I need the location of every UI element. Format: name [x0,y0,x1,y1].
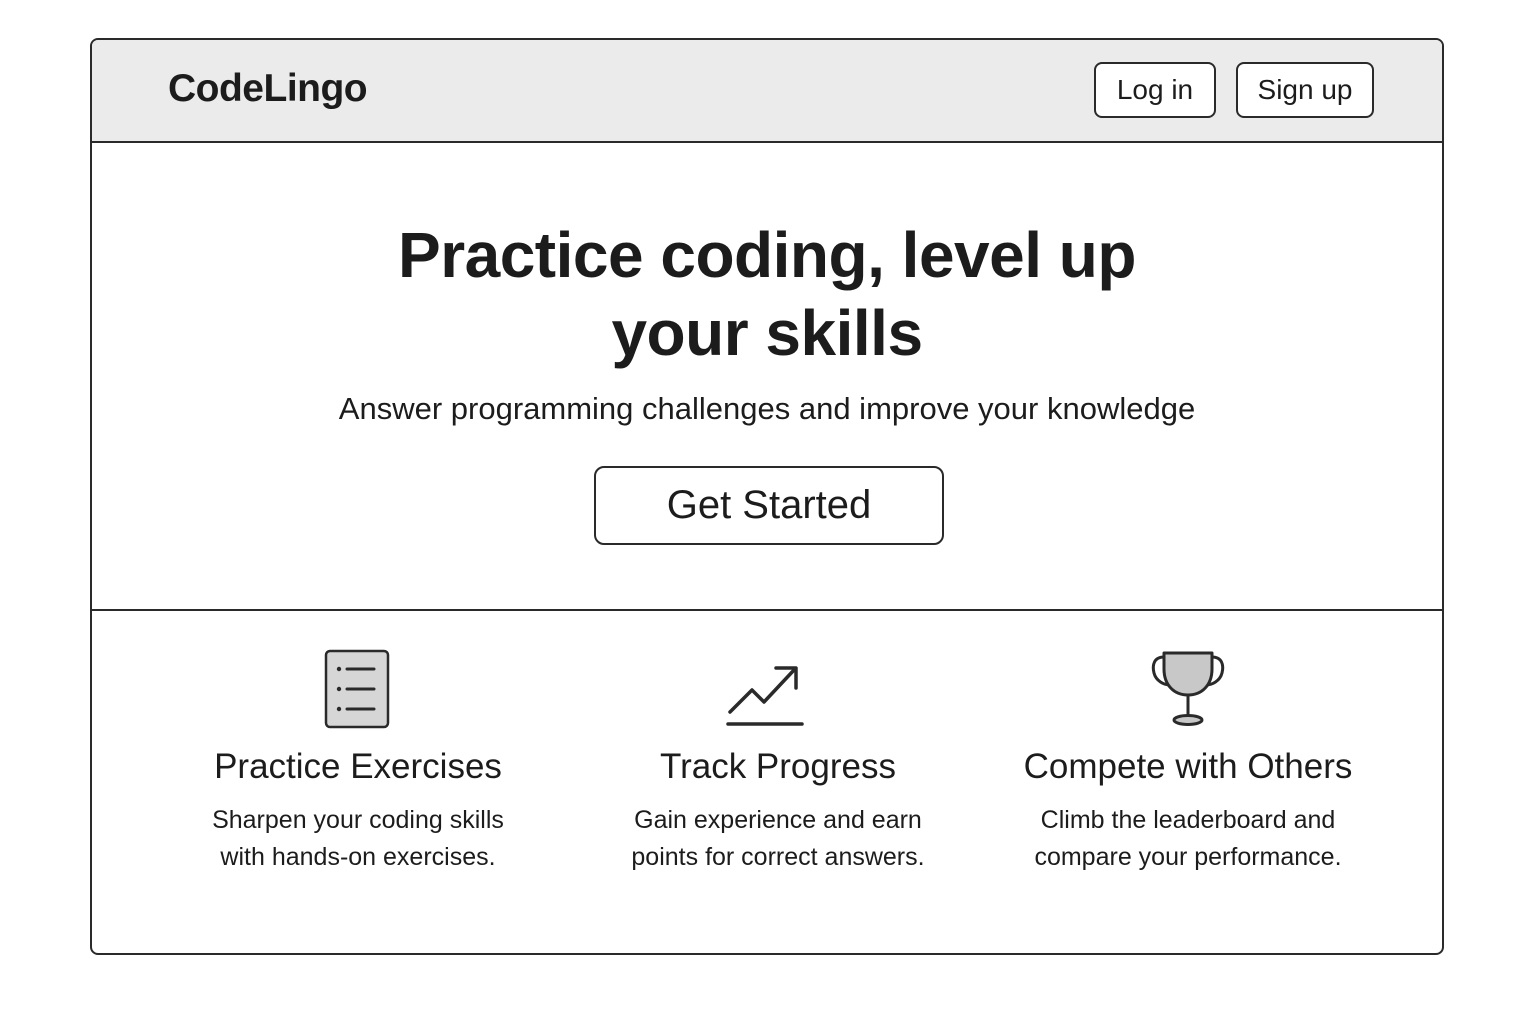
hero-title: Practice coding, level up your skills [92,216,1442,372]
login-button[interactable]: Log in [1094,62,1216,118]
feature-description: Gain experience and earn points for corr… [568,802,988,876]
trending-up-icon [726,666,804,726]
feature-description-line-2: with hands-on exercises. [220,843,496,871]
logo[interactable]: CodeLingo [168,67,368,111]
checklist-icon [324,649,390,729]
feature-title: Compete with Others [1023,747,1353,786]
app-window: CodeLingo Log in Sign up Practice coding… [90,38,1444,955]
signup-button[interactable]: Sign up [1236,62,1374,118]
feature-title: Practice Exercises [214,747,502,786]
feature-description: Climb the leaderboard and compare your p… [978,802,1398,876]
get-started-button[interactable]: Get Started [594,466,944,545]
feature-description: Sharpen your coding skills with hands-on… [148,802,568,876]
hero-subtitle: Answer programming challenges and improv… [338,391,1196,426]
feature-title: Track Progress [660,747,896,786]
hero-title-line-1: Practice coding, level up [398,219,1136,291]
feature-description-line-1: Climb the leaderboard and [1040,806,1336,834]
feature-description-line-1: Sharpen your coding skills [212,806,504,834]
feature-description-line-2: points for correct answers. [631,843,925,871]
hero-section: Practice coding, level up your skills An… [92,143,1442,611]
hero-title-line-2: your skills [611,297,923,369]
trophy-icon [1151,651,1225,726]
feature-description-line-1: Gain experience and earn [634,806,922,834]
features-section: Practice Exercises Sharpen your coding s… [92,611,1442,953]
feature-description-line-2: compare your performance. [1034,843,1342,871]
top-nav-bar: CodeLingo Log in Sign up [92,40,1442,143]
